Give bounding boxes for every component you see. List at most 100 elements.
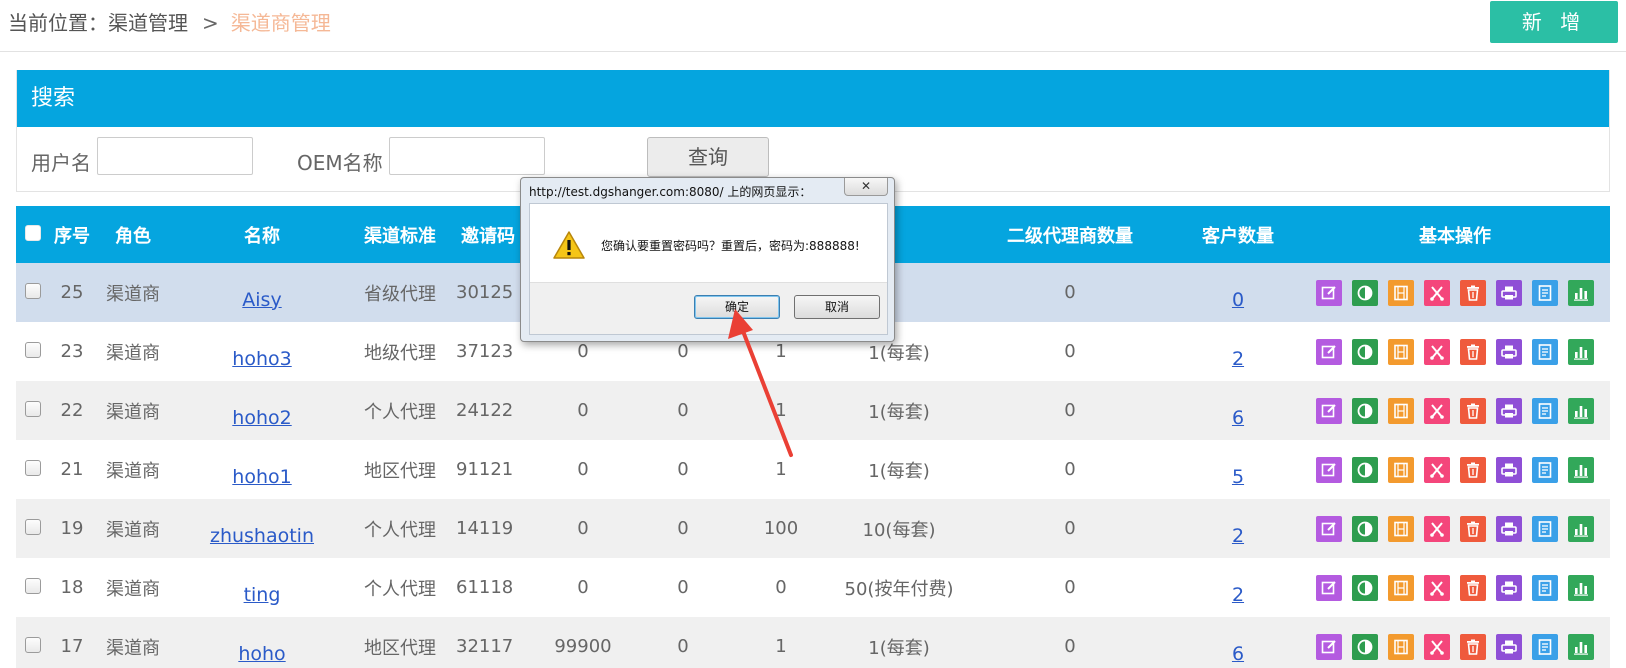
toggle-icon[interactable] [1352,633,1378,660]
document-icon[interactable] [1532,574,1558,601]
cell-customers-link[interactable]: 2 [1232,348,1244,370]
cell-col8: 1 [775,459,787,480]
print-icon[interactable] [1496,574,1522,601]
cell-customers-link[interactable]: 5 [1232,466,1244,488]
toggle-icon[interactable] [1352,515,1378,542]
film-icon[interactable] [1388,633,1414,660]
cell-name-link[interactable]: hoho2 [232,407,291,429]
dialog-cancel-button[interactable]: 取消 [794,295,880,319]
row-checkbox[interactable] [25,578,41,594]
film-icon[interactable] [1388,456,1414,483]
toggle-icon[interactable] [1352,456,1378,483]
edit-icon[interactable] [1316,633,1342,660]
print-icon[interactable] [1496,633,1522,660]
cut-icon[interactable] [1424,279,1450,306]
print-icon[interactable] [1496,338,1522,365]
cell-standard: 地区代理 [364,460,436,482]
cell-id: 23 [60,341,84,362]
edit-icon[interactable] [1316,574,1342,601]
document-icon[interactable] [1532,633,1558,660]
toggle-icon[interactable] [1352,279,1378,306]
trash-icon[interactable] [1460,515,1486,542]
document-icon[interactable] [1532,456,1558,483]
document-icon[interactable] [1532,397,1558,424]
document-icon[interactable] [1532,338,1558,365]
dialog-ok-button[interactable]: 确定 [694,295,780,319]
trash-icon[interactable] [1460,397,1486,424]
document-icon[interactable] [1532,279,1558,306]
stats-icon[interactable] [1568,279,1594,306]
cell-name-link[interactable]: Aisy [242,289,281,311]
username-input[interactable] [97,137,253,175]
select-all-checkbox[interactable] [25,225,41,241]
cut-icon[interactable] [1424,633,1450,660]
film-icon[interactable] [1388,397,1414,424]
print-icon[interactable] [1496,515,1522,542]
stats-icon[interactable] [1568,456,1594,483]
cell-name-link[interactable]: hoho [238,643,285,665]
film-icon[interactable] [1388,338,1414,365]
cell-agents: 0 [1064,636,1076,657]
trash-icon[interactable] [1460,279,1486,306]
edit-icon[interactable] [1316,279,1342,306]
film-icon[interactable] [1388,515,1414,542]
toggle-icon[interactable] [1352,574,1378,601]
stats-icon[interactable] [1568,397,1594,424]
trash-icon[interactable] [1460,633,1486,660]
cut-icon[interactable] [1424,397,1450,424]
edit-icon[interactable] [1316,397,1342,424]
row-checkbox[interactable] [25,283,41,299]
stats-icon[interactable] [1568,633,1594,660]
cut-icon[interactable] [1424,456,1450,483]
oem-input[interactable] [389,137,545,175]
cell-name-link[interactable]: hoho3 [232,348,291,370]
print-icon[interactable] [1496,279,1522,306]
header-standard: 渠道标准 [364,225,436,247]
row-checkbox[interactable] [25,401,41,417]
cell-customers-link[interactable]: 0 [1232,289,1244,311]
cell-customers-link[interactable]: 6 [1232,643,1244,665]
toggle-icon[interactable] [1352,397,1378,424]
query-button[interactable]: 查询 [647,137,769,177]
cell-standard: 个人代理 [364,578,436,600]
cell-customers-link[interactable]: 2 [1232,584,1244,606]
cell-name: hoho [172,617,352,668]
stats-icon[interactable] [1568,574,1594,601]
dialog-close-button[interactable]: ✕ [844,178,888,196]
cut-icon[interactable] [1424,338,1450,365]
film-icon[interactable] [1388,574,1414,601]
edit-icon[interactable] [1316,515,1342,542]
cell-col7: 0 [677,459,689,480]
cell-name-link[interactable]: zhushaotin [210,525,314,547]
film-icon[interactable] [1388,279,1414,306]
cell-col9: 1(每套) [868,637,930,659]
print-icon[interactable] [1496,456,1522,483]
edit-icon[interactable] [1316,456,1342,483]
row-checkbox[interactable] [25,519,41,535]
edit-icon[interactable] [1316,338,1342,365]
trash-icon[interactable] [1460,456,1486,483]
row-checkbox[interactable] [25,342,41,358]
breadcrumb-current[interactable]: 渠道商管理 [231,11,331,35]
cell-name-link[interactable]: ting [244,584,281,606]
cut-icon[interactable] [1424,515,1450,542]
stats-icon[interactable] [1568,338,1594,365]
add-button[interactable]: 新 增 [1490,1,1618,43]
dialog-title: http://test.dgshanger.com:8080/ 上的网页显示： [529,185,812,199]
row-checkbox[interactable] [25,460,41,476]
cell-role: 渠道商 [106,578,160,600]
cell-name: ting [172,558,352,617]
cell-name-link[interactable]: hoho1 [232,466,291,488]
cell-actions [1300,499,1610,558]
cell-customers-link[interactable]: 2 [1232,525,1244,547]
toggle-icon[interactable] [1352,338,1378,365]
document-icon[interactable] [1532,515,1558,542]
trash-icon[interactable] [1460,338,1486,365]
trash-icon[interactable] [1460,574,1486,601]
cut-icon[interactable] [1424,574,1450,601]
cell-customers-link[interactable]: 6 [1232,407,1244,429]
print-icon[interactable] [1496,397,1522,424]
row-checkbox[interactable] [25,637,41,653]
stats-icon[interactable] [1568,515,1594,542]
username-label: 用户名 [31,151,91,175]
